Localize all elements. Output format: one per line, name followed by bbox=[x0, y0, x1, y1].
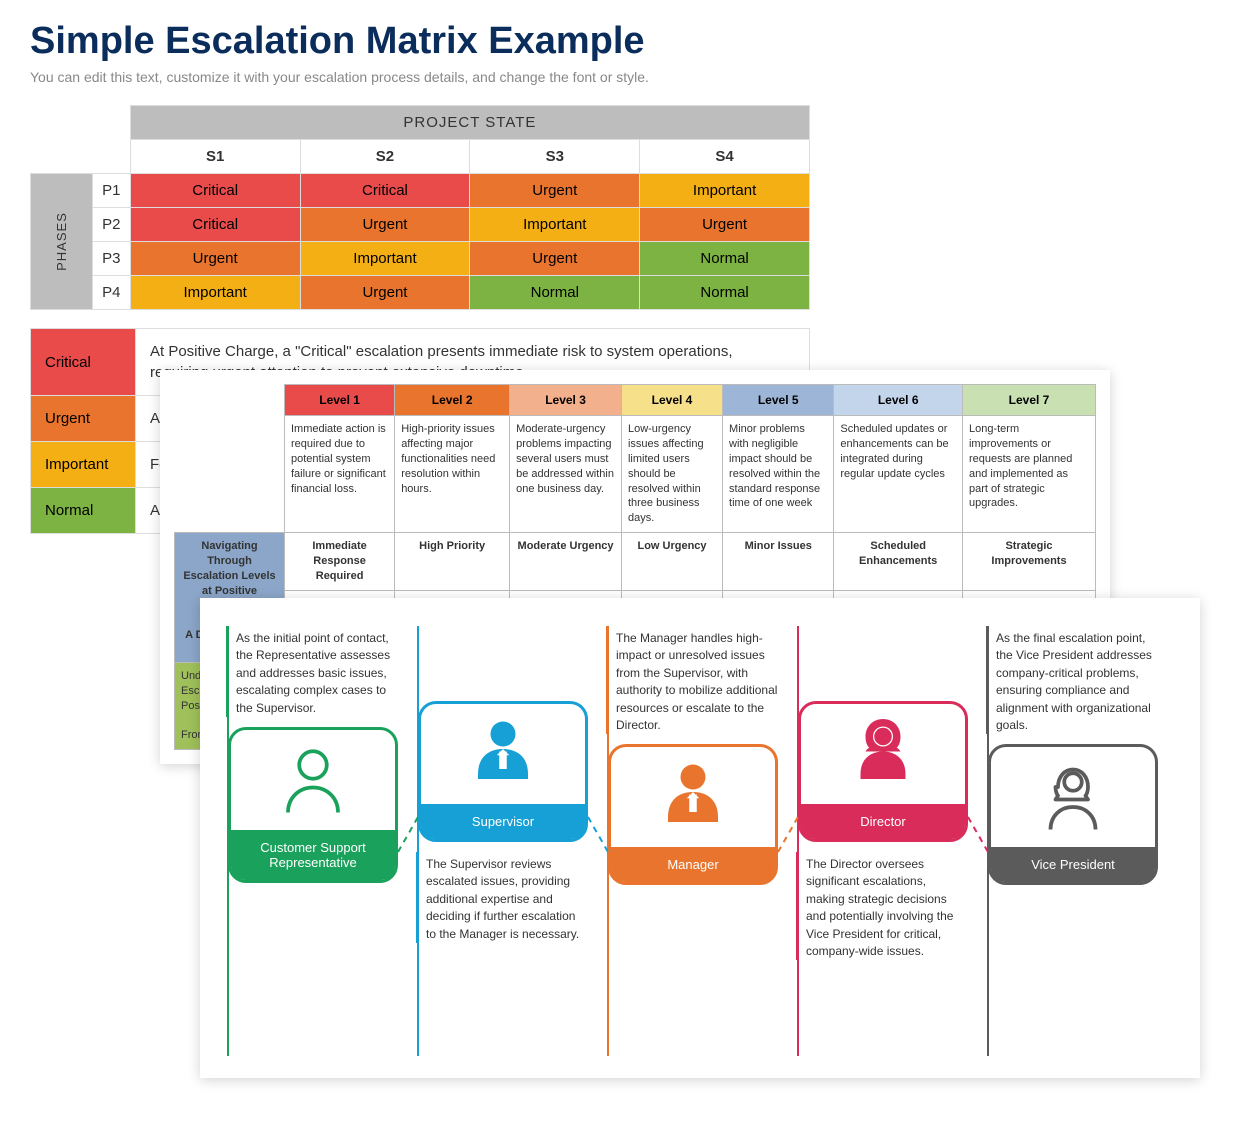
level-subhead: High Priority bbox=[395, 533, 510, 591]
roles-card: As the initial point of contact, the Rep… bbox=[200, 598, 1200, 1078]
page-subtitle: You can edit this text, customize it wit… bbox=[30, 69, 1222, 85]
matrix-cell: Normal bbox=[640, 242, 810, 276]
connector-line bbox=[397, 817, 419, 853]
level-header-3: Level 3 bbox=[510, 385, 622, 416]
legend-tag-critical: Critical bbox=[31, 329, 136, 396]
level-header-7: Level 7 bbox=[962, 385, 1095, 416]
matrix-cell: Critical bbox=[130, 208, 300, 242]
legend-tag-normal: Normal bbox=[31, 488, 136, 534]
legend-tag-important: Important bbox=[31, 442, 136, 488]
role-label: Supervisor bbox=[421, 804, 585, 839]
level-desc: Long-term improvements or requests are p… bbox=[962, 416, 1095, 533]
matrix-cell: Urgent bbox=[300, 276, 470, 310]
level-subhead: Low Urgency bbox=[621, 533, 722, 591]
role-desc: The Manager handles high-impact or unres… bbox=[606, 626, 778, 734]
level-header-6: Level 6 bbox=[834, 385, 963, 416]
level-desc: Scheduled updates or enhancements can be… bbox=[834, 416, 963, 533]
person-icon bbox=[843, 714, 923, 794]
person-icon bbox=[1033, 757, 1113, 837]
level-subhead: Scheduled Enhancements bbox=[834, 533, 963, 591]
person-icon bbox=[463, 714, 543, 794]
role-label: Vice President bbox=[991, 847, 1155, 882]
level-header-4: Level 4 bbox=[621, 385, 722, 416]
matrix-cell: Urgent bbox=[470, 242, 640, 276]
level-header-2: Level 2 bbox=[395, 385, 510, 416]
level-subhead: Minor Issues bbox=[723, 533, 834, 591]
person-icon bbox=[653, 757, 733, 837]
role-label: Manager bbox=[611, 847, 775, 882]
level-desc: Moderate-urgency problems impacting seve… bbox=[510, 416, 622, 533]
project-state-header: PROJECT STATE bbox=[130, 106, 809, 140]
legend-tag-urgent: Urgent bbox=[31, 396, 136, 442]
matrix-cell: Urgent bbox=[300, 208, 470, 242]
matrix-cell: Important bbox=[470, 208, 640, 242]
role-grey: As the final escalation point, the Vice … bbox=[988, 626, 1158, 885]
connector-line bbox=[777, 817, 799, 853]
state-col-S2: S2 bbox=[300, 140, 470, 174]
phase-row-P1: P1 bbox=[92, 174, 130, 208]
role-desc: The Director oversees significant escala… bbox=[796, 852, 968, 960]
role-green: As the initial point of contact, the Rep… bbox=[228, 626, 398, 883]
matrix-cell: Important bbox=[640, 174, 810, 208]
phases-header: PHASES bbox=[31, 174, 93, 310]
role-blue: Supervisor The Supervisor reviews escalat… bbox=[418, 701, 588, 943]
level-header-1: Level 1 bbox=[285, 385, 395, 416]
state-col-S3: S3 bbox=[470, 140, 640, 174]
connector-line bbox=[967, 817, 989, 853]
state-col-S1: S1 bbox=[130, 140, 300, 174]
role-desc: The Supervisor reviews escalated issues,… bbox=[416, 852, 588, 943]
phase-row-P3: P3 bbox=[92, 242, 130, 276]
connector-line bbox=[587, 817, 609, 853]
level-header-5: Level 5 bbox=[723, 385, 834, 416]
matrix-cell: Important bbox=[130, 276, 300, 310]
page-title: Simple Escalation Matrix Example bbox=[30, 20, 1222, 63]
state-col-S4: S4 bbox=[640, 140, 810, 174]
phase-row-P4: P4 bbox=[92, 276, 130, 310]
matrix-cell: Important bbox=[300, 242, 470, 276]
level-subhead: Moderate Urgency bbox=[510, 533, 622, 591]
level-desc: Immediate action is required due to pote… bbox=[285, 416, 395, 533]
role-label: Customer Support Representative bbox=[231, 830, 395, 880]
role-desc: As the final escalation point, the Vice … bbox=[986, 626, 1158, 734]
matrix-cell: Critical bbox=[130, 174, 300, 208]
matrix-cell: Urgent bbox=[470, 174, 640, 208]
matrix-cell: Critical bbox=[300, 174, 470, 208]
matrix-cell: Urgent bbox=[640, 208, 810, 242]
role-desc: As the initial point of contact, the Rep… bbox=[226, 626, 398, 717]
matrix-cell: Normal bbox=[640, 276, 810, 310]
role-orange: The Manager handles high-impact or unres… bbox=[608, 626, 778, 885]
matrix-cell: Normal bbox=[470, 276, 640, 310]
person-icon bbox=[273, 740, 353, 820]
level-subhead: Strategic Improvements bbox=[962, 533, 1095, 591]
level-desc: High-priority issues affecting major fun… bbox=[395, 416, 510, 533]
role-red: Director The Director oversees significan… bbox=[798, 701, 968, 960]
level-subhead: Immediate Response Required bbox=[285, 533, 395, 591]
level-desc: Minor problems with negligible impact sh… bbox=[723, 416, 834, 533]
matrix-cell: Urgent bbox=[130, 242, 300, 276]
level-desc: Low-urgency issues affecting limited use… bbox=[621, 416, 722, 533]
role-label: Director bbox=[801, 804, 965, 839]
phase-row-P2: P2 bbox=[92, 208, 130, 242]
